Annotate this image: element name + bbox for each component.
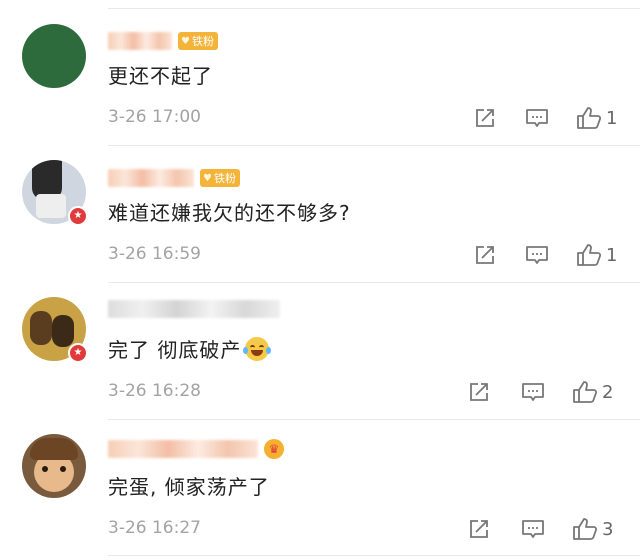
share-button[interactable] — [472, 105, 498, 131]
comment-item: ♛ 完蛋, 倾家荡产了 3-26 16:27 3 — [0, 420, 640, 558]
comment-item: ★ 完了 彻底破产 3-26 16:28 2 — [0, 283, 640, 420]
blurred-username[interactable] — [108, 440, 258, 458]
comment-text: 更还不起了 — [108, 64, 213, 88]
comment-text: 完了 彻底破产 — [108, 334, 272, 363]
blurred-username[interactable] — [108, 300, 280, 318]
comment-item: ♥ 铁粉 更还不起了 3-26 17:00 1 — [0, 9, 640, 146]
comment-time: 3-26 16:28 — [108, 381, 201, 401]
comment-time: 3-26 16:27 — [108, 518, 201, 538]
thumbs-up-icon — [577, 107, 602, 129]
like-button[interactable]: 1 — [576, 242, 617, 268]
username-row: ♛ — [108, 437, 284, 461]
comment-actions: 2 — [466, 379, 613, 405]
comment-text: 难道还嫌我欠的还不够多? — [108, 201, 351, 225]
fan-badge-label: 铁粉 — [191, 35, 214, 48]
comment-text-content: 完了 彻底破产 — [108, 338, 242, 362]
comment-icon — [522, 520, 544, 538]
thumbs-up-icon — [573, 518, 598, 540]
heart-icon: ♥ — [203, 172, 212, 184]
blurred-username[interactable] — [108, 169, 194, 187]
heart-icon: ♥ — [181, 35, 190, 47]
fan-badge: ♥ 铁粉 — [200, 169, 240, 187]
comment-icon — [522, 383, 544, 401]
username-row — [108, 297, 280, 321]
share-button[interactable] — [466, 379, 492, 405]
blurred-username[interactable] — [108, 32, 172, 50]
fan-badge: ♥ 铁粉 — [178, 32, 218, 50]
vip-badge: ★ — [68, 343, 88, 363]
thumbs-up-icon — [577, 244, 602, 266]
username-row: ♥ 铁粉 — [108, 29, 218, 53]
share-button[interactable] — [466, 516, 492, 542]
like-count: 2 — [602, 381, 614, 403]
share-icon — [470, 383, 488, 401]
comment-time: 3-26 17:00 — [108, 107, 201, 127]
like-button[interactable]: 1 — [576, 105, 617, 131]
comment-item: ★ ♥ 铁粉 难道还嫌我欠的还不够多? 3-26 16:59 1 — [0, 146, 640, 283]
share-icon — [470, 520, 488, 538]
avatar[interactable] — [22, 434, 86, 498]
share-icon — [476, 109, 494, 127]
comment-actions: 3 — [466, 516, 613, 542]
fan-badge-label: 铁粉 — [213, 172, 236, 185]
divider — [108, 555, 640, 556]
username-row: ♥ 铁粉 — [108, 166, 240, 190]
like-count: 1 — [606, 244, 618, 266]
reply-button[interactable] — [520, 379, 546, 405]
avatar[interactable] — [22, 24, 86, 88]
share-icon — [476, 246, 494, 264]
comment-icon — [526, 109, 548, 127]
like-count: 1 — [606, 107, 618, 129]
like-button[interactable]: 3 — [572, 516, 613, 542]
crown-badge: ♛ — [264, 439, 284, 459]
laughing-crying-emoji — [243, 337, 272, 361]
like-button[interactable]: 2 — [572, 379, 613, 405]
vip-badge: ★ — [68, 206, 88, 226]
comment-text: 完蛋, 倾家荡产了 — [108, 475, 270, 499]
comment-time: 3-26 16:59 — [108, 244, 201, 264]
comment-actions: 1 — [472, 105, 617, 131]
thumbs-up-icon — [573, 381, 598, 403]
comment-icon — [526, 246, 548, 264]
comment-actions: 1 — [472, 242, 617, 268]
reply-button[interactable] — [524, 242, 550, 268]
reply-button[interactable] — [524, 105, 550, 131]
like-count: 3 — [602, 518, 614, 540]
share-button[interactable] — [472, 242, 498, 268]
reply-button[interactable] — [520, 516, 546, 542]
